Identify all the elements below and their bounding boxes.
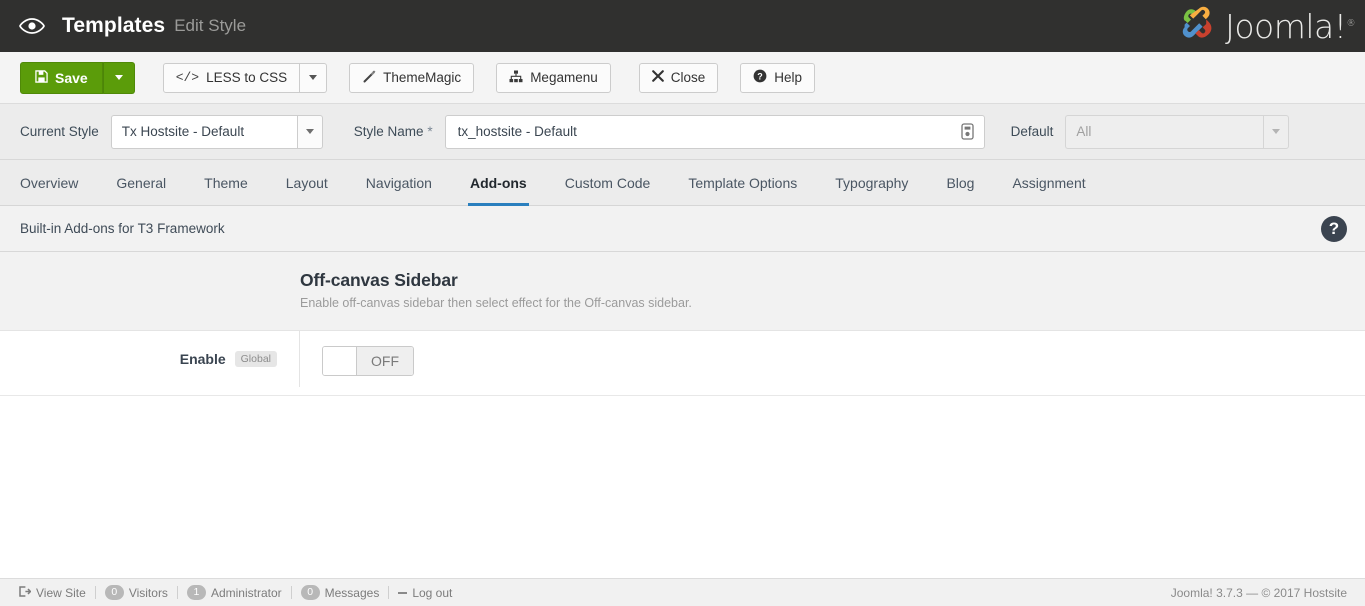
action-toolbar: Save </> LESS to CSS ThemeMagic Megamenu… bbox=[0, 52, 1365, 104]
less-to-css-button-group: </> LESS to CSS bbox=[162, 62, 328, 93]
visitors-count-badge: 0 bbox=[104, 585, 124, 600]
page-title: Templates bbox=[62, 14, 166, 37]
administrator-label: Administrator bbox=[210, 585, 282, 600]
less-to-css-button[interactable]: </> LESS to CSS bbox=[162, 62, 301, 93]
code-brackets-icon: </> bbox=[175, 70, 200, 85]
tab-navigation[interactable]: Navigation bbox=[347, 160, 451, 205]
field-insert-icon[interactable] bbox=[958, 121, 978, 143]
chevron-down-icon bbox=[114, 75, 123, 80]
settings-tab-bar: Overview General Theme Layout Navigation… bbox=[0, 160, 1365, 206]
visitors-stat[interactable]: 0 Visitors bbox=[96, 585, 177, 600]
tab-theme[interactable]: Theme bbox=[185, 160, 267, 205]
admin-header: Templates Edit Style Joomla!® bbox=[0, 0, 1365, 52]
default-select-caret-icon[interactable] bbox=[1263, 114, 1290, 149]
tab-layout[interactable]: Layout bbox=[267, 160, 347, 205]
tab-template-options[interactable]: Template Options bbox=[669, 160, 816, 205]
tab-add-ons[interactable]: Add-ons bbox=[451, 160, 546, 206]
content-empty-space bbox=[0, 396, 1365, 566]
question-circle-icon[interactable]: ? bbox=[1321, 215, 1347, 242]
thememagic-label: ThemeMagic bbox=[383, 69, 462, 85]
help-button[interactable]: ? Help bbox=[740, 62, 816, 93]
tab-assignment[interactable]: Assignment bbox=[993, 160, 1104, 205]
view-site-link[interactable]: View Site bbox=[10, 586, 95, 600]
messages-label: Messages bbox=[324, 585, 380, 600]
save-button-label: Save bbox=[55, 69, 88, 86]
global-badge: Global bbox=[234, 351, 277, 367]
style-name-field-wrap bbox=[444, 114, 985, 149]
view-site-label: View Site bbox=[36, 585, 86, 600]
default-select-value[interactable]: All bbox=[1065, 114, 1264, 149]
logout-link[interactable]: Log out bbox=[389, 586, 461, 600]
section-description: Enable off-canvas sidebar then select ef… bbox=[300, 296, 692, 310]
tab-general[interactable]: General bbox=[97, 160, 185, 205]
less-to-css-dropdown-button[interactable] bbox=[300, 62, 328, 93]
messages-count-badge: 0 bbox=[300, 585, 320, 600]
messages-stat[interactable]: 0 Messages bbox=[292, 585, 389, 600]
megamenu-label: Megamenu bbox=[530, 69, 598, 85]
current-style-caret-icon[interactable] bbox=[296, 114, 323, 149]
toggle-on-segment[interactable] bbox=[323, 347, 357, 375]
visitors-label: Visitors bbox=[128, 585, 168, 600]
page-subtitle: Edit Style bbox=[174, 16, 247, 35]
sitemap-icon bbox=[509, 70, 523, 86]
enable-field-label: Enable bbox=[179, 351, 226, 367]
close-button-label: Close bbox=[670, 69, 706, 85]
enable-toggle[interactable]: OFF bbox=[322, 346, 414, 376]
thememagic-button[interactable]: ThemeMagic bbox=[349, 62, 475, 93]
less-to-css-label: LESS to CSS bbox=[206, 69, 288, 85]
enable-field-control-col: OFF bbox=[300, 331, 1365, 395]
default-label: Default bbox=[1010, 124, 1054, 139]
offcanvas-section-header: Off-canvas Sidebar Enable off-canvas sid… bbox=[0, 252, 1365, 331]
style-name-input[interactable] bbox=[455, 116, 958, 147]
style-name-label: Style Name * bbox=[353, 124, 433, 139]
minus-icon bbox=[398, 591, 408, 594]
joomla-brand-text: Joomla! bbox=[1225, 6, 1347, 46]
question-circle-icon: ? bbox=[753, 69, 767, 86]
enable-field-row: Enable Global OFF bbox=[0, 331, 1365, 396]
save-button-group: Save bbox=[20, 61, 135, 94]
floppy-save-icon bbox=[35, 70, 48, 85]
tab-typography[interactable]: Typography bbox=[816, 160, 927, 205]
registered-mark: ® bbox=[1346, 18, 1356, 29]
save-dropdown-button[interactable] bbox=[102, 61, 135, 94]
style-selector-bar: Current Style Tx Hostsite - Default Styl… bbox=[0, 104, 1365, 160]
joomla-logo: Joomla!® bbox=[1175, 0, 1355, 52]
eye-icon bbox=[18, 16, 46, 36]
external-exit-icon bbox=[19, 585, 32, 600]
footer-links: View Site 0 Visitors 1 Administrator 0 M… bbox=[10, 585, 461, 600]
required-marker: * bbox=[427, 124, 433, 139]
administrator-count-badge: 1 bbox=[186, 585, 206, 600]
chevron-down-icon bbox=[309, 75, 318, 80]
tab-custom-code[interactable]: Custom Code bbox=[546, 160, 670, 205]
help-button-label: Help bbox=[774, 69, 803, 85]
admin-footer: View Site 0 Visitors 1 Administrator 0 M… bbox=[0, 578, 1365, 606]
administrator-stat[interactable]: 1 Administrator bbox=[178, 585, 291, 600]
version-copyright: Joomla! 3.7.3 — © 2017 Hostsite bbox=[1170, 585, 1347, 600]
default-select[interactable]: All bbox=[1065, 114, 1290, 149]
magic-wand-icon bbox=[362, 69, 376, 86]
svg-text:?: ? bbox=[758, 72, 764, 82]
joomla-j-mark-icon bbox=[1182, 6, 1212, 38]
close-button[interactable]: Close bbox=[638, 62, 719, 93]
current-style-select[interactable]: Tx Hostsite - Default bbox=[110, 114, 323, 149]
save-button[interactable]: Save bbox=[20, 61, 103, 94]
megamenu-button[interactable]: Megamenu bbox=[496, 62, 611, 93]
enable-field-label-col: Enable Global bbox=[0, 331, 300, 387]
tab-blog[interactable]: Blog bbox=[927, 160, 993, 205]
addons-info-text: Built-in Add-ons for T3 Framework bbox=[20, 221, 225, 236]
section-title: Off-canvas Sidebar bbox=[300, 270, 458, 290]
joomla-wordmark: Joomla!® bbox=[1225, 7, 1355, 46]
toggle-off-segment[interactable]: OFF bbox=[357, 347, 413, 375]
current-style-value[interactable]: Tx Hostsite - Default bbox=[110, 114, 297, 149]
logout-label: Log out bbox=[412, 585, 453, 600]
tab-overview[interactable]: Overview bbox=[20, 160, 97, 205]
current-style-label: Current Style bbox=[20, 124, 99, 139]
close-x-icon bbox=[651, 70, 664, 85]
joomla-admin-template-editor: Templates Edit Style Joomla!® Save </> L… bbox=[0, 0, 1365, 606]
addons-info-bar: Built-in Add-ons for T3 Framework ? bbox=[0, 206, 1365, 252]
